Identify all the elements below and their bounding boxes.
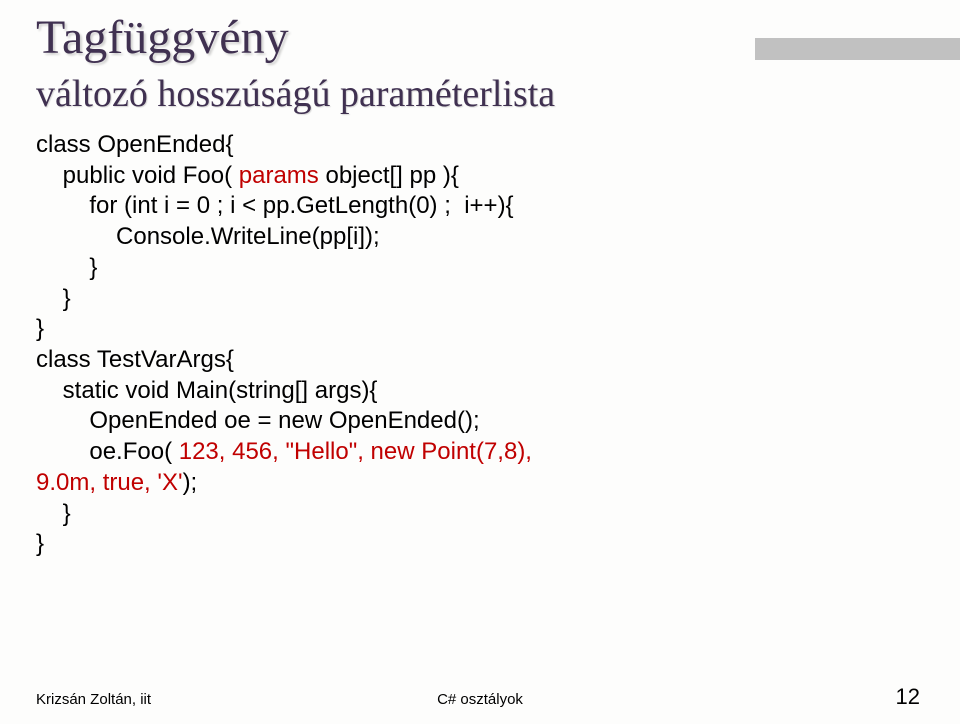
code-line: static void Main(string[] args){ <box>36 377 377 404</box>
slide-title: Tagfüggvény <box>36 10 289 65</box>
code-line: } <box>36 315 44 342</box>
code-line: OpenEnded oe = new OpenEnded(); <box>36 407 480 434</box>
code-line: 9.0m, true, 'X'); <box>36 469 197 496</box>
code-line: class OpenEnded{ <box>36 131 233 158</box>
code-line: } <box>36 530 44 557</box>
code-line: class TestVarArgs{ <box>36 346 234 373</box>
keyword-params: params <box>239 162 319 189</box>
code-line: } <box>36 285 71 312</box>
code-line: Console.WriteLine(pp[i]); <box>36 223 380 250</box>
page-number: 12 <box>896 684 920 710</box>
slide-subtitle: változó hosszúságú paraméterlista <box>36 72 555 116</box>
code-block: class OpenEnded{ public void Foo( params… <box>36 130 532 560</box>
footer-topic: C# osztályok <box>437 691 523 708</box>
code-line: public void Foo( params object[] pp ){ <box>36 162 459 189</box>
code-line: } <box>36 254 97 281</box>
foo-args-part2: 9.0m, true, 'X' <box>36 469 183 496</box>
code-line: for (int i = 0 ; i < pp.GetLength(0) ; i… <box>36 192 514 219</box>
title-shadow-bar <box>755 38 960 60</box>
code-line: oe.Foo( 123, 456, "Hello", new Point(7,8… <box>36 438 532 465</box>
foo-args-part1: 123, 456, "Hello", new Point(7,8), <box>179 438 532 465</box>
code-line: } <box>36 500 71 527</box>
footer-author: Krizsán Zoltán, iit <box>36 691 151 708</box>
